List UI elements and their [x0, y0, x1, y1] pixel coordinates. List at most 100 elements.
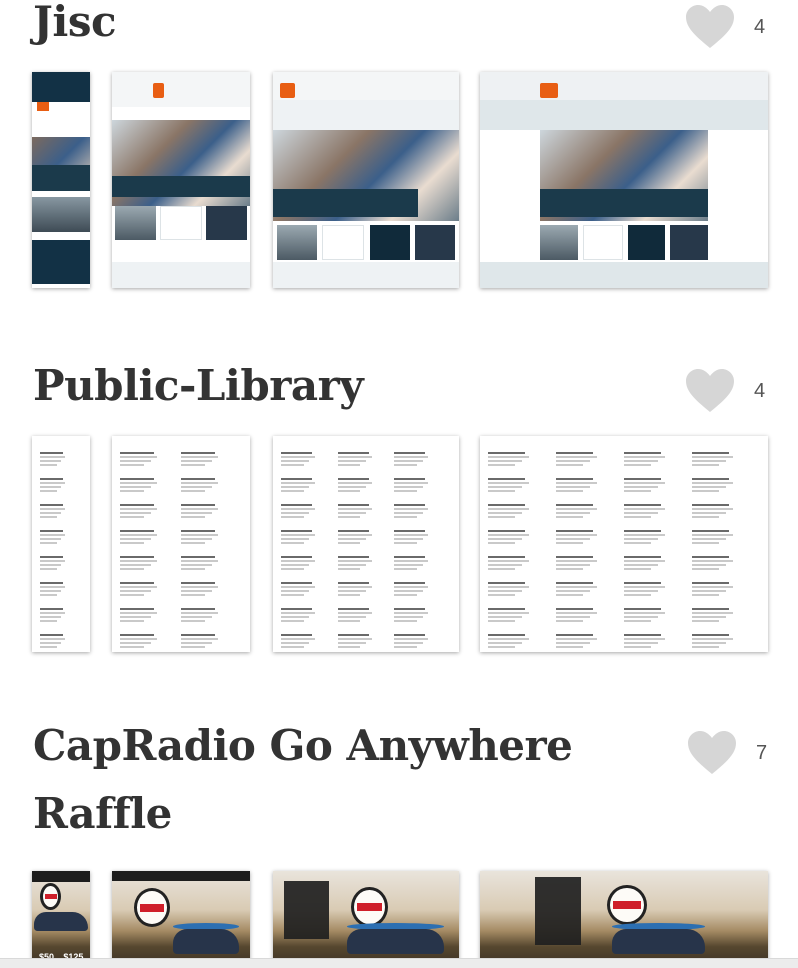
list-item-title: [120, 608, 154, 610]
list-item-meta: [624, 612, 665, 614]
list-item-meta: [40, 490, 57, 492]
thumbnail-mobile[interactable]: $50 $125: [32, 871, 90, 968]
list-item-title: [337, 530, 369, 532]
list-item-meta: [488, 542, 516, 544]
heart-icon[interactable]: [686, 730, 738, 776]
like-control[interactable]: 4: [684, 368, 765, 414]
list-item-meta: [40, 456, 66, 458]
feature-row: [540, 225, 708, 260]
list-item-title: [181, 478, 215, 480]
heart-icon[interactable]: [684, 4, 736, 50]
list-item-meta: [181, 612, 218, 614]
hero-heading: [480, 100, 768, 131]
list-item-meta: [337, 586, 372, 588]
project-public-library: Public-Library 4: [0, 350, 798, 670]
hero-banner: [273, 188, 419, 217]
list-item-title: [556, 452, 594, 454]
jisc-logo: [280, 82, 296, 98]
list-item-meta: [488, 464, 516, 466]
list-item-meta: [40, 542, 57, 544]
list-item-meta: [281, 638, 315, 640]
list-item-meta: [556, 542, 584, 544]
list-item-meta: [181, 460, 212, 462]
list-item-meta: [181, 538, 212, 540]
list-item-meta: [181, 486, 212, 488]
list-item-title: [337, 634, 369, 636]
list-item-title: [394, 556, 426, 558]
list-item-title: [692, 608, 730, 610]
list-item-meta: [40, 538, 61, 540]
list-item-meta: [337, 642, 366, 644]
list-item-title: [624, 582, 662, 584]
list-item-meta: [120, 508, 157, 510]
list-item-title: [488, 582, 526, 584]
jisc-logo: [153, 82, 165, 98]
list-item-meta: [692, 456, 733, 458]
list-item-meta: [337, 638, 372, 640]
project-title[interactable]: Jisc: [33, 0, 117, 56]
list-item-meta: [692, 586, 733, 588]
list-item-meta: [181, 456, 218, 458]
list-item-meta: [624, 646, 652, 648]
list-item-meta: [181, 560, 218, 562]
thumb-footer: [112, 262, 250, 288]
list-item-title: [556, 478, 594, 480]
list-item-meta: [281, 564, 310, 566]
list-item-meta: [394, 612, 429, 614]
list-item-title: [281, 504, 313, 506]
list-item-title: [120, 582, 154, 584]
list-item-meta: [337, 464, 361, 466]
like-control[interactable]: 4: [684, 4, 765, 50]
list-item-meta: [394, 616, 423, 618]
list-item-title: [181, 452, 215, 454]
list-item-meta: [181, 464, 206, 466]
list-item-title: [488, 608, 526, 610]
list-item-title: [281, 530, 313, 532]
heart-icon[interactable]: [684, 368, 736, 414]
list-item-title: [40, 556, 64, 558]
list-item-meta: [488, 590, 522, 592]
thumbnail-tablet[interactable]: [112, 871, 250, 968]
list-item-meta: [120, 542, 145, 544]
thumbnail-desktop[interactable]: [480, 72, 768, 288]
list-item-meta: [556, 538, 590, 540]
list-item-meta: [120, 560, 157, 562]
list-item-meta: [394, 568, 417, 570]
list-item-meta: [40, 642, 61, 644]
list-item-meta: [556, 590, 590, 592]
project-title[interactable]: CapRadio Go Anywhere Raffle: [33, 712, 573, 848]
thumbnail-tablet[interactable]: [112, 72, 250, 288]
thumb-header: [112, 72, 250, 107]
list-item-meta: [488, 568, 516, 570]
thumbnail-mobile[interactable]: [32, 72, 90, 288]
thumbnail-laptop[interactable]: [273, 871, 459, 968]
jisc-logo: [540, 82, 558, 98]
list-item-meta: [337, 560, 372, 562]
thumbnail-desktop[interactable]: [480, 436, 768, 652]
list-item-meta: [692, 464, 720, 466]
project-title[interactable]: Public-Library: [33, 352, 364, 420]
thumbnail-tablet[interactable]: [112, 436, 250, 652]
like-control[interactable]: 7: [686, 730, 767, 776]
list-item-title: [120, 478, 154, 480]
list-item-meta: [337, 516, 361, 518]
list-item-title: [394, 504, 426, 506]
thumbnail-mobile[interactable]: [32, 436, 90, 652]
thumbnail-laptop[interactable]: [273, 436, 459, 652]
list-item-title: [556, 582, 594, 584]
list-item-title: [337, 582, 369, 584]
list-item-meta: [40, 460, 61, 462]
list-item-title: [692, 452, 730, 454]
list-item-title: [692, 634, 730, 636]
list-item-meta: [624, 460, 658, 462]
thumb-footer: [273, 262, 459, 288]
list-item-meta: [624, 594, 652, 596]
list-item-meta: [692, 460, 726, 462]
bottom-scroll-track[interactable]: [0, 958, 798, 968]
hero-heading: [273, 100, 459, 131]
list-item-meta: [624, 508, 665, 510]
thumbnail-laptop[interactable]: [273, 72, 459, 288]
thumbnail-desktop[interactable]: [480, 871, 768, 968]
list-item-meta: [394, 646, 417, 648]
list-item-meta: [40, 564, 61, 566]
